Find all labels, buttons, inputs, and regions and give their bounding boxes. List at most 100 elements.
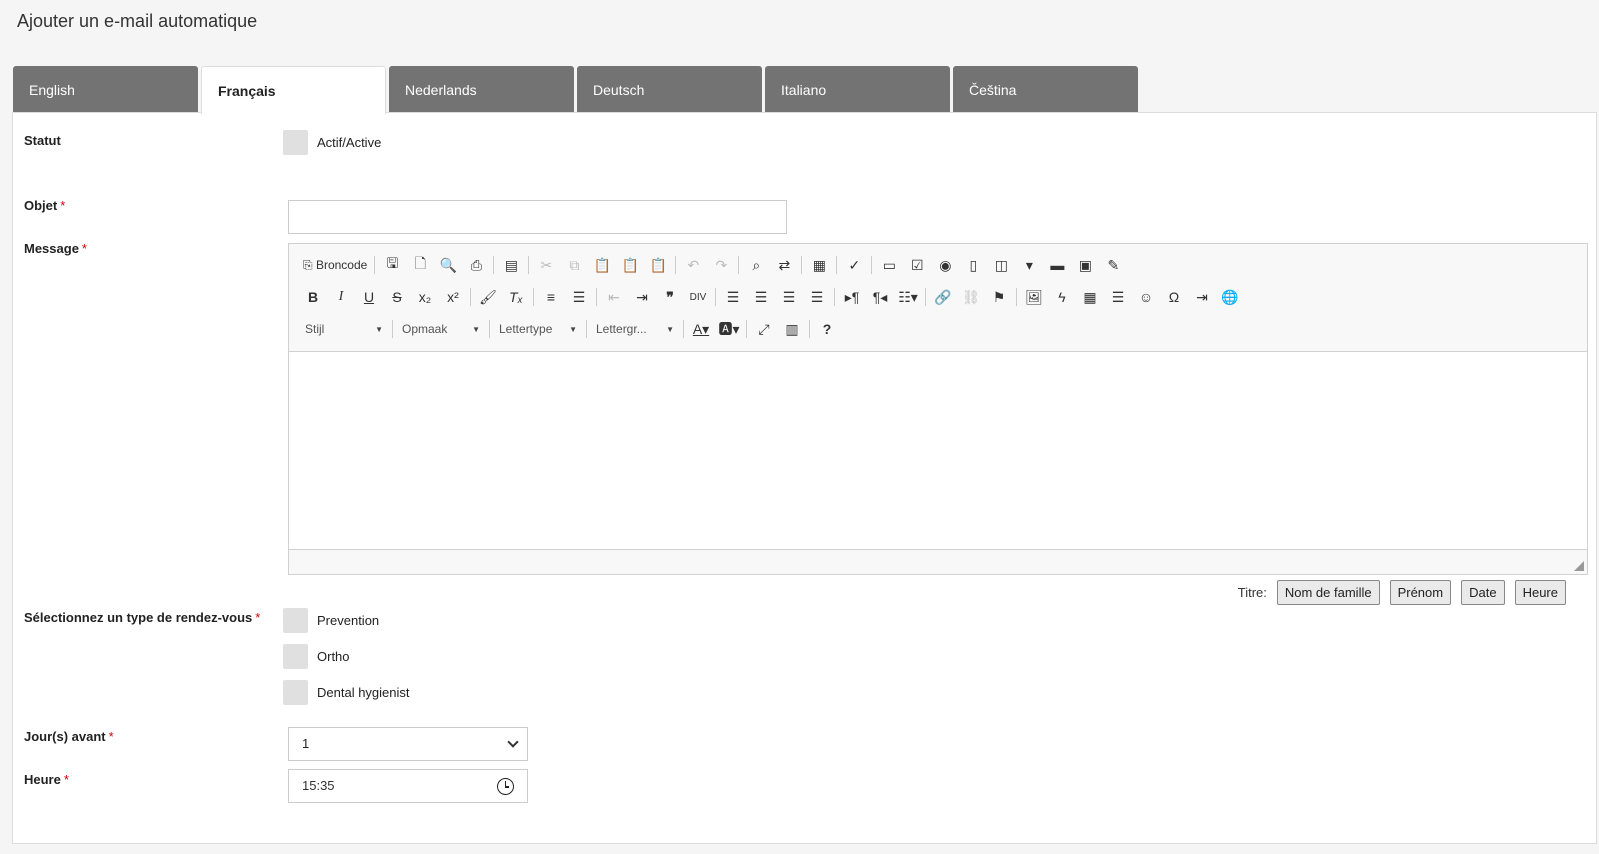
rich-text-editor: ⎘ Broncode 🖫 🗋 🔍 ⎙ ▤ ✂ ⧉ 📋 📋 📋 ↶ ↷ ⌕ ⇄ ▦… xyxy=(288,243,1588,575)
hidden-field-icon[interactable]: ✎ xyxy=(1099,253,1127,277)
resize-handle-icon[interactable] xyxy=(1574,561,1584,571)
chevron-down-icon: ▼ xyxy=(375,324,383,334)
checkbox-icon[interactable]: ☑ xyxy=(903,253,931,277)
chevron-down-icon: ▼ xyxy=(472,324,480,334)
tab-cestina[interactable]: Čeština xyxy=(953,66,1138,113)
unlink-icon[interactable]: ⛓ xyxy=(957,285,985,309)
insert-time-button[interactable]: Heure xyxy=(1514,580,1566,605)
undo-icon[interactable]: ↶ xyxy=(679,253,707,277)
show-blocks-icon[interactable]: ▥ xyxy=(778,317,806,341)
iframe-icon[interactable]: 🌐 xyxy=(1216,285,1244,309)
insert-lastname-button[interactable]: Nom de famille xyxy=(1276,580,1380,605)
indent-icon[interactable]: ⇥ xyxy=(628,285,656,309)
cut-icon[interactable]: ✂ xyxy=(532,253,560,277)
tab-english[interactable]: English xyxy=(13,66,198,113)
button-field-icon[interactable]: ▬ xyxy=(1043,253,1071,277)
time-input[interactable]: 15:35 xyxy=(288,769,528,803)
style-combo[interactable]: Stijl ▼ xyxy=(299,318,389,340)
toolbar-separator xyxy=(683,320,684,338)
image-button-icon[interactable]: ▣ xyxy=(1071,253,1099,277)
align-left-icon[interactable]: ☰ xyxy=(719,285,747,309)
bold-icon[interactable]: B xyxy=(299,285,327,309)
toolbar-separator xyxy=(871,256,873,274)
tab-italiano[interactable]: Italiano xyxy=(765,66,950,113)
select-field-icon[interactable]: ▾ xyxy=(1015,253,1043,277)
new-page-icon[interactable]: 🗋 xyxy=(406,253,434,277)
clock-icon[interactable] xyxy=(497,778,514,795)
special-char-icon[interactable]: Ω xyxy=(1160,285,1188,309)
remove-format-icon[interactable]: Tₓ xyxy=(502,285,530,309)
paste-word-icon[interactable]: 📋 xyxy=(644,253,672,277)
page-break-icon[interactable]: ⇥ xyxy=(1188,285,1216,309)
editor-content-area[interactable] xyxy=(289,352,1587,550)
numbered-list-icon[interactable]: ≡ xyxy=(537,285,565,309)
bg-color-icon[interactable]: 🅰▾ xyxy=(715,317,743,341)
days-before-select[interactable]: 1 xyxy=(288,727,528,761)
help-icon[interactable]: ? xyxy=(813,317,841,341)
smiley-icon[interactable]: ☺ xyxy=(1132,285,1160,309)
toolbar-separator xyxy=(675,256,677,274)
align-center-icon[interactable]: ☰ xyxy=(747,285,775,309)
chevron-down-icon: ▼ xyxy=(666,324,674,334)
outdent-icon[interactable]: ⇤ xyxy=(600,285,628,309)
preview-icon[interactable]: 🔍 xyxy=(434,253,462,277)
anchor-icon[interactable]: ⚑ xyxy=(985,285,1013,309)
page-title: Ajouter un e-mail automatique xyxy=(17,11,258,31)
replace-icon[interactable]: ⇄ xyxy=(770,253,798,277)
align-right-icon[interactable]: ☰ xyxy=(775,285,803,309)
textarea-icon[interactable]: ◫ xyxy=(987,253,1015,277)
rtl-icon[interactable]: ¶◂ xyxy=(866,285,894,309)
ltr-icon[interactable]: ▸¶ xyxy=(838,285,866,309)
appointment-prevention-checkbox[interactable] xyxy=(283,608,308,633)
toolbar-row-1: ⎘ Broncode 🖫 🗋 🔍 ⎙ ▤ ✂ ⧉ 📋 📋 📋 ↶ ↷ ⌕ ⇄ ▦… xyxy=(299,249,1577,281)
save-icon[interactable]: 🖫 xyxy=(378,253,406,277)
redo-icon[interactable]: ↷ xyxy=(707,253,735,277)
paste-icon[interactable]: 📋 xyxy=(588,253,616,277)
font-combo[interactable]: Lettertype ▼ xyxy=(493,318,583,340)
text-color-icon[interactable]: A▾ xyxy=(687,317,715,341)
spellcheck-icon[interactable]: ✓ xyxy=(840,253,868,277)
form-icon[interactable]: ▭ xyxy=(875,253,903,277)
tab-nederlands[interactable]: Nederlands xyxy=(389,66,574,113)
radio-icon[interactable]: ◉ xyxy=(931,253,959,277)
select-all-icon[interactable]: ▦ xyxy=(805,253,833,277)
italic-icon[interactable]: I xyxy=(327,285,355,309)
subscript-icon[interactable]: x₂ xyxy=(411,285,439,309)
print-icon[interactable]: ⎙ xyxy=(462,253,490,277)
language-icon[interactable]: ☷▾ xyxy=(894,285,922,309)
underline-icon[interactable]: U xyxy=(355,285,383,309)
templates-icon[interactable]: ▤ xyxy=(497,253,525,277)
table-icon[interactable]: ▦ xyxy=(1076,285,1104,309)
textfield-icon[interactable]: ▯ xyxy=(959,253,987,277)
appointment-ortho-checkbox[interactable] xyxy=(283,644,308,669)
link-icon[interactable]: 🔗 xyxy=(929,285,957,309)
subject-input[interactable] xyxy=(288,200,787,234)
blockquote-icon[interactable]: ❞ xyxy=(656,285,684,309)
copy-icon[interactable]: ⧉ xyxy=(560,253,588,277)
font-size-combo[interactable]: Lettergr... ▼ xyxy=(590,318,680,340)
insert-date-button[interactable]: Date xyxy=(1461,580,1505,605)
align-justify-icon[interactable]: ☰ xyxy=(803,285,831,309)
toolbar-separator xyxy=(493,256,495,274)
paste-text-icon[interactable]: 📋 xyxy=(616,253,644,277)
superscript-icon[interactable]: x² xyxy=(439,285,467,309)
image-icon[interactable]: 🖼 xyxy=(1020,285,1048,309)
toolbar-separator xyxy=(489,320,490,338)
strikethrough-icon[interactable]: S xyxy=(383,285,411,309)
time-label: Heure * xyxy=(24,772,69,787)
format-combo[interactable]: Opmaak ▼ xyxy=(396,318,486,340)
tab-francais[interactable]: Français xyxy=(201,66,386,114)
flash-icon[interactable]: ϟ xyxy=(1048,285,1076,309)
tab-deutsch[interactable]: Deutsch xyxy=(577,66,762,113)
appointment-hygienist-checkbox[interactable] xyxy=(283,680,308,705)
copy-format-icon[interactable]: 🖌 xyxy=(474,285,502,309)
find-icon[interactable]: ⌕ xyxy=(742,253,770,277)
horizontal-rule-icon[interactable]: ☰ xyxy=(1104,285,1132,309)
div-container-icon[interactable]: DIV xyxy=(684,285,712,309)
status-checkbox[interactable] xyxy=(283,130,308,155)
source-button[interactable]: ⎘ Broncode xyxy=(299,253,371,277)
toolbar-separator xyxy=(374,256,376,274)
insert-firstname-button[interactable]: Prénom xyxy=(1389,580,1452,605)
maximize-icon[interactable]: ⤢ xyxy=(750,317,778,341)
bulleted-list-icon[interactable]: ☰ xyxy=(565,285,593,309)
